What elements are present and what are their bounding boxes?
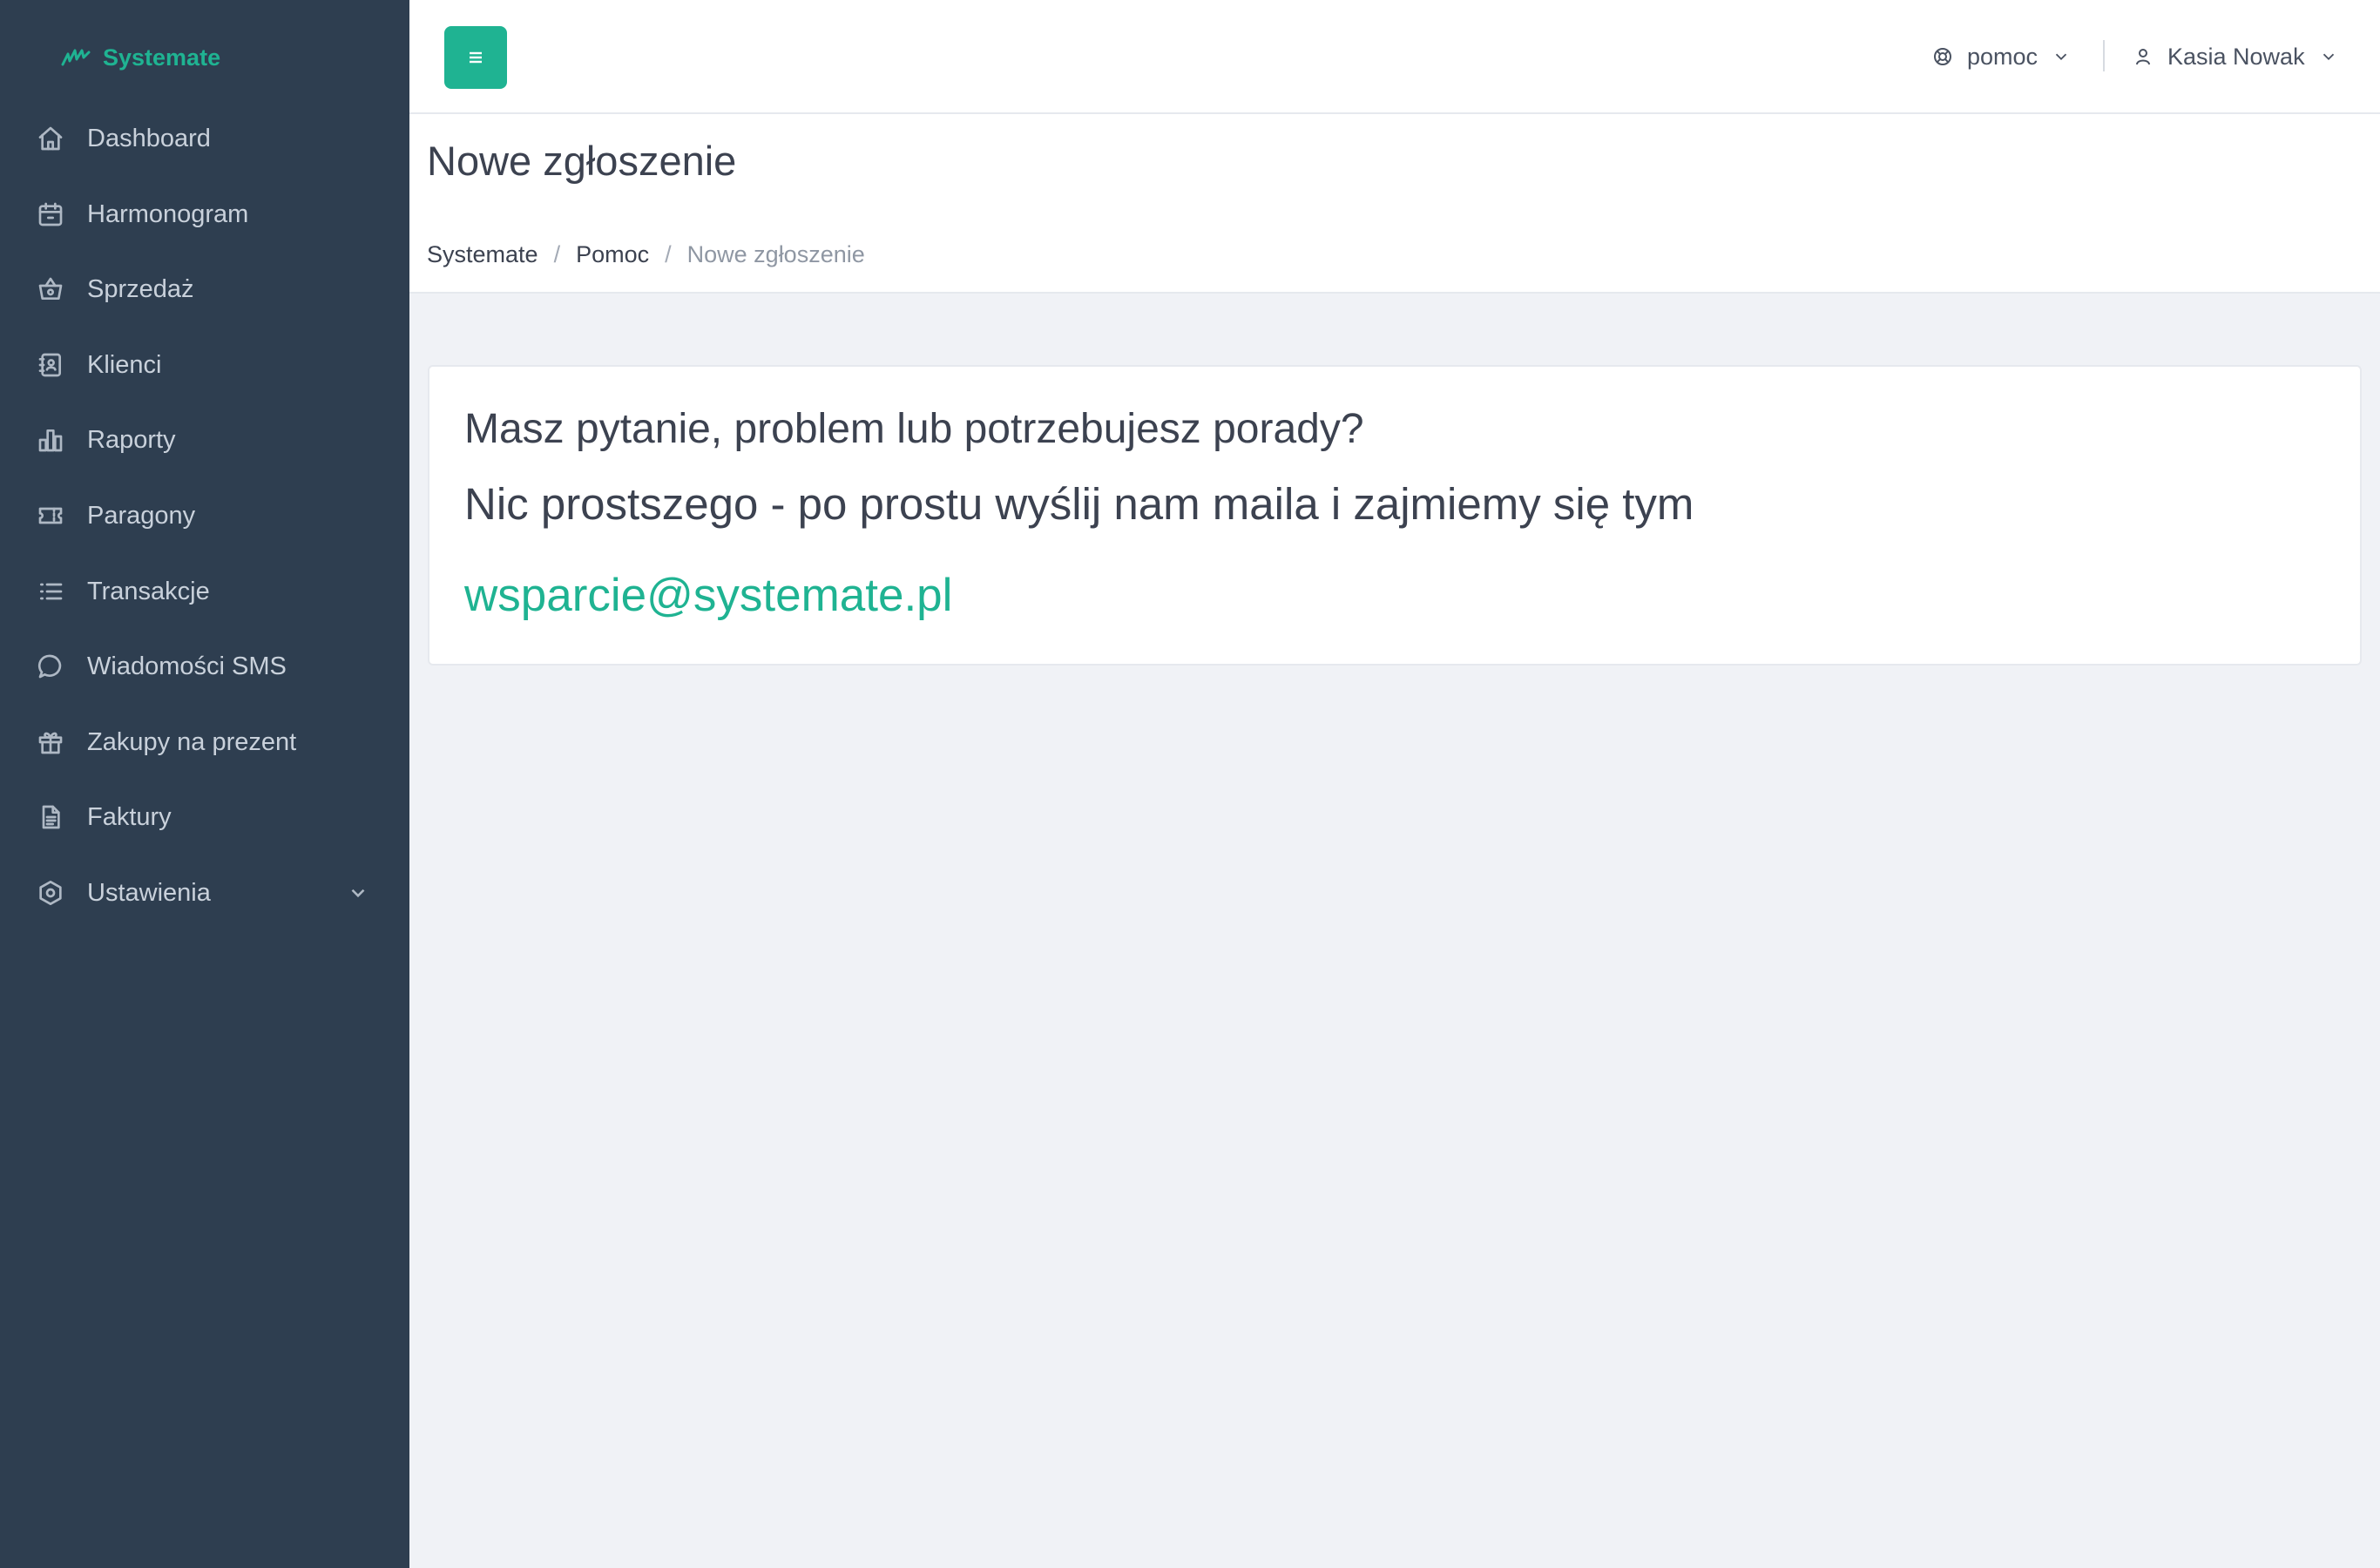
sidebar-item-raporty[interactable]: Raporty [0,409,409,470]
app-root: Systemate Dashboard Harmonogram Sprzedaż [0,0,2380,1568]
gift-icon [35,727,66,758]
sidebar-item-paragony[interactable]: Paragony [0,485,409,546]
settings-hexagon-icon [35,877,66,909]
support-question: Masz pytanie, problem lub potrzebujesz p… [464,406,1364,452]
home-icon [35,123,66,154]
sidebar-item-zakupy-na-prezent[interactable]: Zakupy na prezent [0,712,409,773]
menu-toggle-button[interactable] [444,26,507,89]
sidebar: Systemate Dashboard Harmonogram Sprzedaż [0,0,409,1568]
sidebar-item-label: Zakupy na prezent [87,727,297,756]
basket-icon [35,274,66,305]
document-icon [35,801,66,833]
breadcrumb-separator: / [665,241,672,267]
user-icon [2136,49,2150,65]
chevron-down-icon [2055,53,2067,61]
sidebar-item-faktury[interactable]: Faktury [0,787,409,848]
support-lead: Nic prostszego - po prostu wyślij nam ma… [464,479,1694,529]
user-name: Kasia Nowak [2167,43,2305,70]
sidebar-item-harmonogram[interactable]: Harmonogram [0,184,409,245]
breadcrumb-item-current: Nowe zgłoszenie [686,241,865,267]
sidebar-item-label: Paragony [87,501,196,530]
breadcrumb-separator: / [553,241,561,267]
help-dropdown[interactable]: pomoc [1932,35,2071,78]
support-email-link[interactable]: wsparcie@systemate.pl [464,569,952,622]
help-label: pomoc [1967,43,2039,70]
topbar-divider [2103,40,2105,71]
sidebar-item-wiadomosci-sms[interactable]: Wiadomości SMS [0,636,409,697]
sidebar-item-klienci[interactable]: Klienci [0,335,409,395]
page-header: Nowe zgłoszenie Systemate / Pomoc / Nowe… [409,114,2380,294]
page-title: Nowe zgłoszenie [427,138,737,184]
chevron-down-icon[interactable] [347,882,369,911]
breadcrumb-item-pomoc[interactable]: Pomoc [576,241,649,268]
sidebar-item-label: Raporty [87,425,176,454]
sidebar-item-sprzedaz[interactable]: Sprzedaż [0,259,409,320]
sidebar-item-label: Ustawienia [87,878,211,907]
bar-chart-icon [35,424,66,456]
contacts-icon [35,349,66,381]
hamburger-icon [470,51,482,64]
brand-mark-icon [61,49,91,66]
sidebar-item-transakcje[interactable]: Transakcje [0,561,409,622]
sidebar-item-label: Faktury [87,802,172,831]
lifebuoy-icon [1934,48,1951,65]
user-dropdown[interactable]: Kasia Nowak [2133,35,2338,78]
chevron-down-icon [2323,53,2334,61]
sidebar-item-label: Harmonogram [87,199,249,228]
sidebar-item-label: Transakcje [87,577,210,605]
brand-logo[interactable]: Systemate [61,38,220,77]
support-card: Masz pytanie, problem lub potrzebujesz p… [428,365,2362,666]
list-icon [35,576,66,607]
sidebar-item-dashboard[interactable]: Dashboard [0,108,409,169]
sidebar-item-label: Wiadomości SMS [87,652,287,680]
ticket-icon [35,500,66,531]
brand-name: Systemate [103,44,221,71]
sidebar-item-label: Sprzedaż [87,274,194,303]
sidebar-item-label: Klienci [87,350,162,379]
calendar-icon [35,199,66,230]
breadcrumb: Systemate / Pomoc / Nowe zgłoszenie [427,241,865,268]
breadcrumb-item-systemate[interactable]: Systemate [427,241,538,268]
sidebar-item-ustawienia[interactable]: Ustawienia [0,862,409,923]
sidebar-item-label: Dashboard [87,124,211,152]
topbar: pomoc Kasia Nowak [409,0,2380,114]
message-icon [35,651,66,682]
